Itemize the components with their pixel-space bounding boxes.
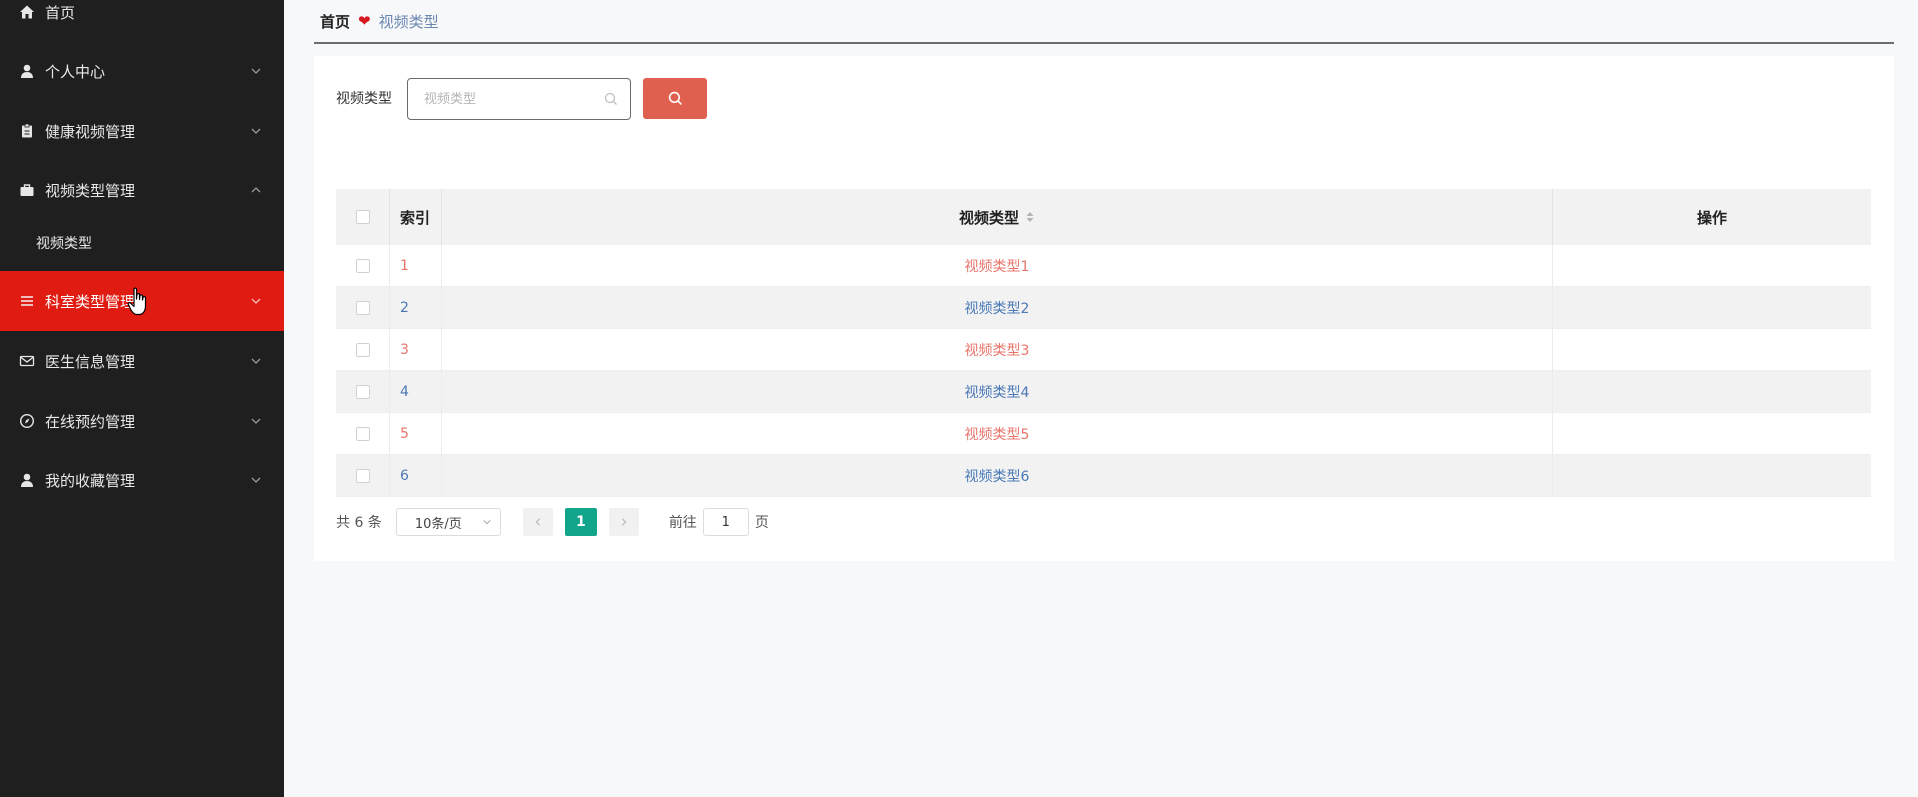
sidebar-item-label: 首页 [45,3,76,22]
sidebar-item-video-type-mgmt[interactable]: 视频类型管理 [0,160,284,220]
header-video-type[interactable]: 视频类型 [442,189,1553,245]
search-button[interactable] [643,78,707,119]
row-actions [1553,413,1871,454]
sidebar-item-online-appointment-mgmt[interactable]: 在线预约管理 [0,391,284,451]
row-actions [1553,371,1871,412]
chevron-down-icon [251,298,261,304]
row-video-type: 视频类型4 [442,371,1553,412]
table-row: 1 视频类型1 [336,245,1871,287]
search-icon [668,91,682,105]
sidebar-subitem-video-type[interactable]: 视频类型 [0,218,284,268]
chevron-down-icon [483,519,491,525]
page-size-value: 10条/页 [414,516,462,532]
select-all-checkbox[interactable] [355,210,370,224]
page-size-select[interactable]: 10条/页 [395,508,501,536]
row-checkbox[interactable] [355,258,370,273]
header-checkbox-cell [336,189,390,245]
breadcrumb-home[interactable]: 首页 [320,11,350,32]
header-index: 索引 [390,189,442,245]
goto-label: 前往 [668,515,697,531]
search-field[interactable] [407,78,631,120]
data-table: 索引 视频类型 操作 1 视频类型1 2 视频类型2 3 视频类型3 4 视频类… [336,189,1871,497]
row-index: 5 [390,413,442,454]
sidebar-subitem-label: 视频类型 [36,236,92,252]
breadcrumb: 首页 ❤ 视频类型 [314,0,1894,44]
chevron-down-icon [251,128,261,134]
row-actions [1553,245,1871,286]
sidebar-item-label: 健康视频管理 [45,122,136,141]
chevron-right-icon [621,518,627,526]
menu-icon [18,292,36,310]
main-content: 首页 ❤ 视频类型 视频类型 索引 视频类型 操作 1 [284,0,1918,797]
row-video-type: 视频类型2 [442,287,1553,328]
mail-icon [18,352,36,370]
sort-icon[interactable] [1025,211,1035,223]
goto-page-input[interactable]: 1 [702,508,749,536]
sidebar-item-personal-center[interactable]: 个人中心 [0,41,284,101]
breadcrumb-current: 视频类型 [378,12,439,31]
sidebar-item-label: 个人中心 [45,62,106,81]
table-row: 6 视频类型6 [336,455,1871,497]
clipboard-icon [18,122,36,140]
row-actions [1553,455,1871,496]
row-video-type: 视频类型5 [442,413,1553,454]
pagination: 共 6 条 10条/页 1 前往 1 页 [336,506,769,538]
page-number-button[interactable]: 1 [564,508,597,536]
sidebar-item-health-video[interactable]: 健康视频管理 [0,101,284,161]
table-row: 3 视频类型3 [336,329,1871,371]
next-page-button[interactable] [608,508,639,536]
user-icon [18,471,36,489]
chevron-left-icon [535,518,540,526]
table-row: 5 视频类型5 [336,413,1871,455]
sidebar: 首页 个人中心 健康视频管理 视频类型管理 视频类型 科室类型管理 医生信息管理… [0,0,284,797]
user-icon [18,62,36,80]
row-index: 1 [390,245,442,286]
row-checkbox[interactable] [355,468,370,483]
row-index: 3 [390,329,442,370]
chevron-up-icon [251,187,261,193]
sidebar-item-label: 视频类型管理 [45,181,136,200]
chevron-down-icon [251,418,261,424]
row-checkbox[interactable] [355,426,370,441]
page-suffix: 页 [754,515,769,531]
row-index: 2 [390,287,442,328]
chevron-down-icon [251,68,261,74]
pagination-total: 共 6 条 [336,515,382,531]
table-header: 索引 视频类型 操作 [336,189,1871,245]
chevron-down-icon [251,477,261,483]
sidebar-item-my-favorites-mgmt[interactable]: 我的收藏管理 [0,450,284,510]
row-video-type: 视频类型1 [442,245,1553,286]
row-index: 4 [390,371,442,412]
heart-icon: ❤ [358,12,371,30]
sidebar-item-label: 我的收藏管理 [45,471,136,490]
row-index: 6 [390,455,442,496]
briefcase-icon [18,181,36,199]
sidebar-item-doctor-info-mgmt[interactable]: 医生信息管理 [0,331,284,391]
table-row: 4 视频类型4 [336,371,1871,413]
header-actions: 操作 [1696,208,1727,227]
row-video-type: 视频类型3 [442,329,1553,370]
header-video-type-label: 视频类型 [958,208,1019,227]
sidebar-item-label: 在线预约管理 [45,412,136,431]
search-label: 视频类型 [336,91,392,107]
content-panel: 视频类型 索引 视频类型 操作 1 视频类型1 [314,56,1894,561]
row-video-type: 视频类型6 [442,455,1553,496]
search-icon [604,92,617,105]
row-checkbox[interactable] [355,342,370,357]
hand-cursor-icon [127,287,147,316]
table-row: 2 视频类型2 [336,287,1871,329]
sidebar-item-home[interactable]: 首页 [0,0,284,42]
row-checkbox[interactable] [355,300,370,315]
row-checkbox[interactable] [355,384,370,399]
compass-icon [18,412,36,430]
row-actions [1553,329,1871,370]
prev-page-button[interactable] [522,508,553,536]
sidebar-item-label: 医生信息管理 [45,352,136,371]
row-actions [1553,287,1871,328]
chevron-down-icon [251,358,261,364]
search-input[interactable] [424,91,604,107]
home-icon [18,3,36,21]
